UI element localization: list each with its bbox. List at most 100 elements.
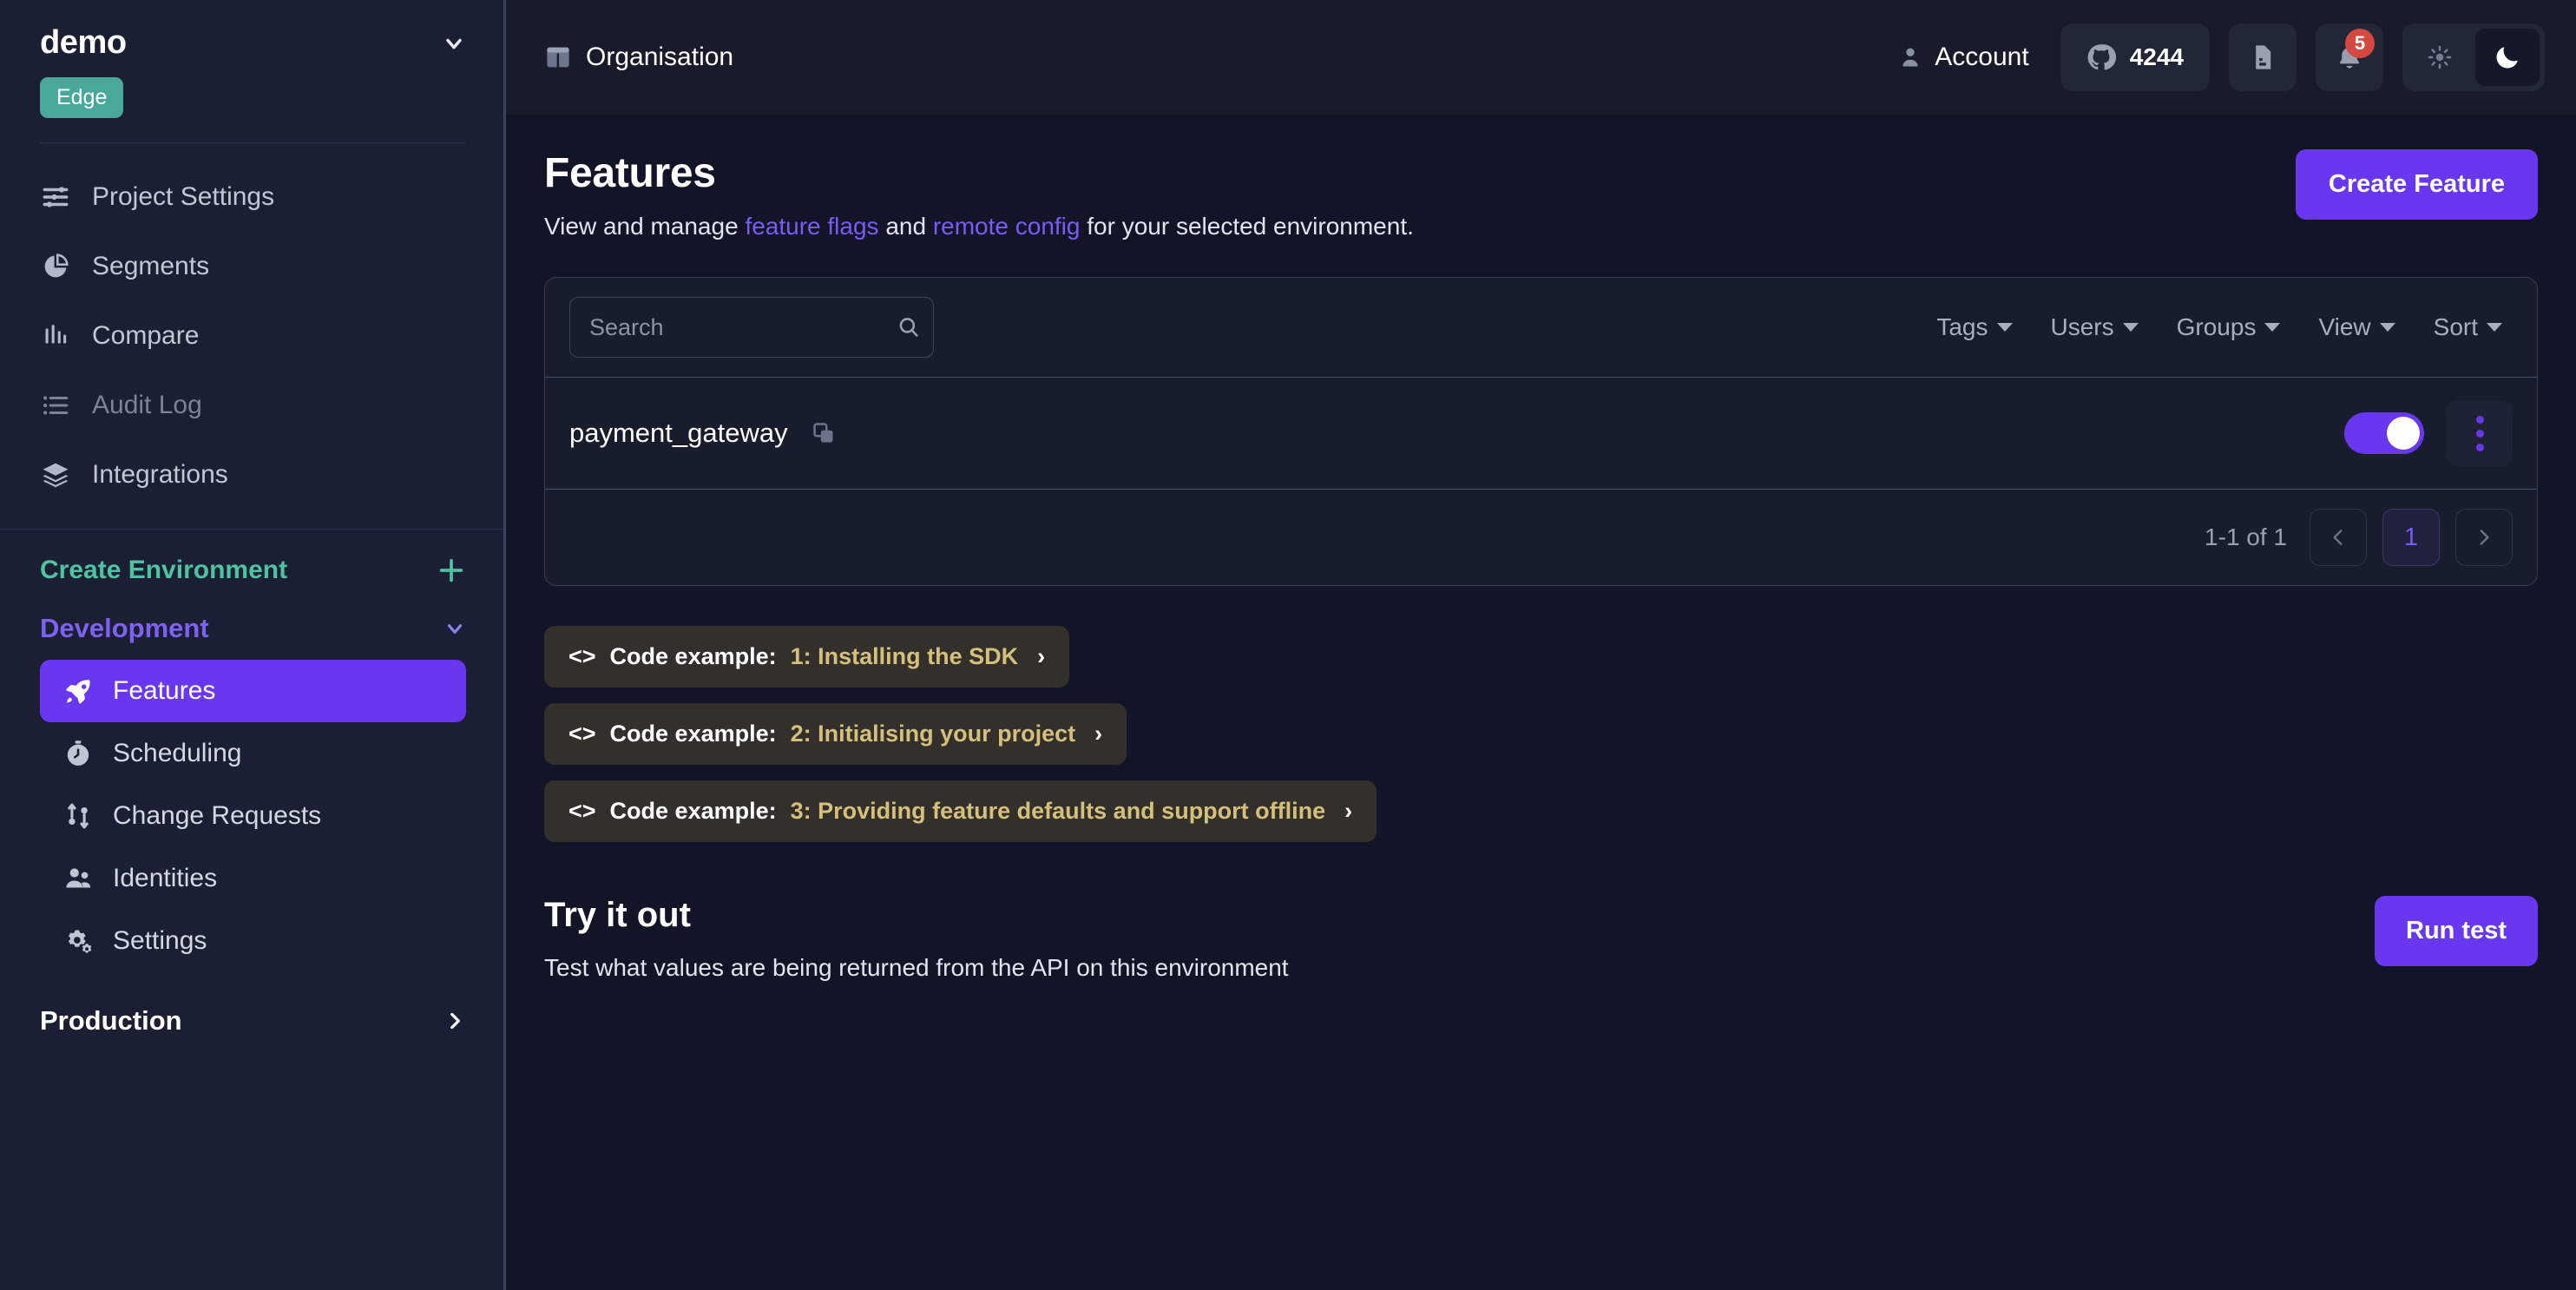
filter-sort[interactable]: Sort [2434,313,2502,341]
sidebar: demo Edge Project Settings Segments Comp… [0,0,506,1290]
subtitle-prefix: View and manage [544,213,746,240]
search-icon[interactable] [897,315,921,339]
environment-development-header[interactable]: Development [0,608,506,644]
code-example-3[interactable]: <> Code example: 3: Providing feature de… [544,780,1377,842]
project-name: demo [40,24,127,61]
remote-config-link[interactable]: remote config [933,213,1081,240]
page-title: Features [544,150,716,196]
pagination-prev-button[interactable] [2310,509,2367,566]
filter-groups[interactable]: Groups [2177,313,2281,341]
sidebar-item-scheduling[interactable]: Scheduling [40,722,466,785]
sidebar-item-label: Segments [92,252,210,280]
page-subtitle: View and manage feature flags and remote… [544,213,1414,240]
features-panel: Tags Users Groups View Sort payment_gate… [544,277,2538,586]
chevron-right-icon: › [1344,798,1353,824]
sun-icon [2427,44,2453,70]
chevron-down-icon[interactable] [444,617,466,640]
pagination-controls: 1-1 of 1 1 [2205,509,2513,566]
stopwatch-icon [62,738,94,769]
project-header: demo Edge [0,0,506,143]
pagination-page-1[interactable]: 1 [2382,509,2440,566]
search-input[interactable] [589,313,897,341]
sidebar-item-compare[interactable]: Compare [0,301,506,371]
create-environment-label: Create Environment [40,556,288,584]
subtitle-mid: and [878,213,933,240]
feature-toggle[interactable] [2344,412,2424,454]
sidebar-item-label: Integrations [92,460,228,489]
sidebar-item-change-requests[interactable]: Change Requests [40,785,466,847]
account-button[interactable]: Account [1898,43,2029,72]
sidebar-item-segments[interactable]: Segments [0,232,506,301]
sidebar-item-settings[interactable]: Settings [40,910,466,972]
account-label: Account [1935,43,2029,71]
pagination-next-button[interactable] [2455,509,2513,566]
try-it-out-text: Try it out Test what values are being re… [544,896,1289,982]
git-branch-icon [62,800,94,832]
code-brackets-icon: <> [568,643,596,669]
sidebar-item-audit-log[interactable]: Audit Log [0,371,506,440]
filter-label: Users [2050,313,2114,340]
environment-development-items: Features Scheduling Change Requests Iden… [0,644,506,972]
filter-users[interactable]: Users [2051,313,2139,341]
sidebar-item-label: Scheduling [113,739,242,767]
code-example-2[interactable]: <> Code example: 2: Initialising your pr… [544,703,1127,765]
search-box[interactable] [569,297,934,358]
filter-tags[interactable]: Tags [1936,313,2013,341]
feature-name[interactable]: payment_gateway [569,418,788,449]
panel-toolbar: Tags Users Groups View Sort [545,278,2537,377]
theme-light-option[interactable] [2408,29,2472,86]
environment-name: Development [40,613,209,643]
rocket-icon [62,675,94,707]
table-row[interactable]: payment_gateway [545,378,2537,489]
environment-name: Production [40,1005,182,1036]
filter-label: Groups [2176,313,2257,340]
notifications-button[interactable]: 5 [2316,23,2383,91]
plus-icon[interactable] [437,556,466,585]
environment-development: Development Features Scheduling Change R… [0,592,506,972]
environment-production-header[interactable]: Production [40,1005,466,1037]
code-examples-list: <> Code example: 1: Installing the SDK ›… [544,626,2538,842]
code-example-1[interactable]: <> Code example: 1: Installing the SDK › [544,626,1070,688]
code-example-title: 2: Initialising your project [790,721,1076,747]
organisation-link[interactable]: Organisation [544,43,733,72]
theme-dark-option[interactable] [2475,29,2540,86]
create-feature-button[interactable]: Create Feature [2295,149,2538,220]
github-stars-button[interactable]: 4244 [2060,23,2210,91]
code-example-title: 1: Installing the SDK [790,643,1019,669]
sidebar-item-label: Features [113,676,216,705]
docs-button[interactable] [2229,23,2297,91]
sliders-icon [40,181,71,213]
sidebar-item-integrations[interactable]: Integrations [0,440,506,510]
pagination-count: 1-1 of 1 [2205,523,2287,550]
project-selector[interactable]: demo [40,24,466,62]
layers-icon [40,459,71,490]
sidebar-item-features[interactable]: Features [40,660,466,722]
filter-label: Sort [2433,313,2478,340]
copy-icon[interactable] [811,420,837,446]
topbar: Organisation Account 4244 5 [506,0,2576,115]
more-vertical-icon[interactable] [2447,400,2513,466]
try-it-out-section: Try it out Test what values are being re… [544,896,2538,982]
create-environment-button[interactable]: Create Environment [0,530,506,592]
run-test-button[interactable]: Run test [2375,896,2538,966]
sidebar-item-identities[interactable]: Identities [40,847,466,910]
code-example-title: 3: Providing feature defaults and suppor… [790,798,1326,824]
filter-label: Tags [1936,313,1988,340]
organisation-label: Organisation [586,43,734,71]
try-it-out-title: Try it out [544,896,691,934]
filter-view[interactable]: View [2318,313,2395,341]
code-example-label: Code example: [609,643,777,669]
subtitle-suffix: for your selected environment. [1080,213,1414,240]
code-brackets-icon: <> [568,721,596,747]
chevron-right-icon[interactable] [444,1010,466,1032]
user-icon [1898,45,1922,69]
notification-badge: 5 [2345,29,2375,58]
chevron-down-icon[interactable] [442,31,466,56]
page-header-text: Features View and manage feature flags a… [544,149,1414,240]
sidebar-item-label: Compare [92,321,200,350]
sidebar-item-label: Identities [113,864,218,892]
sidebar-item-project-settings[interactable]: Project Settings [0,162,506,232]
theme-toggle[interactable] [2402,23,2545,91]
feature-flags-link[interactable]: feature flags [745,213,878,240]
document-icon [2248,43,2277,72]
